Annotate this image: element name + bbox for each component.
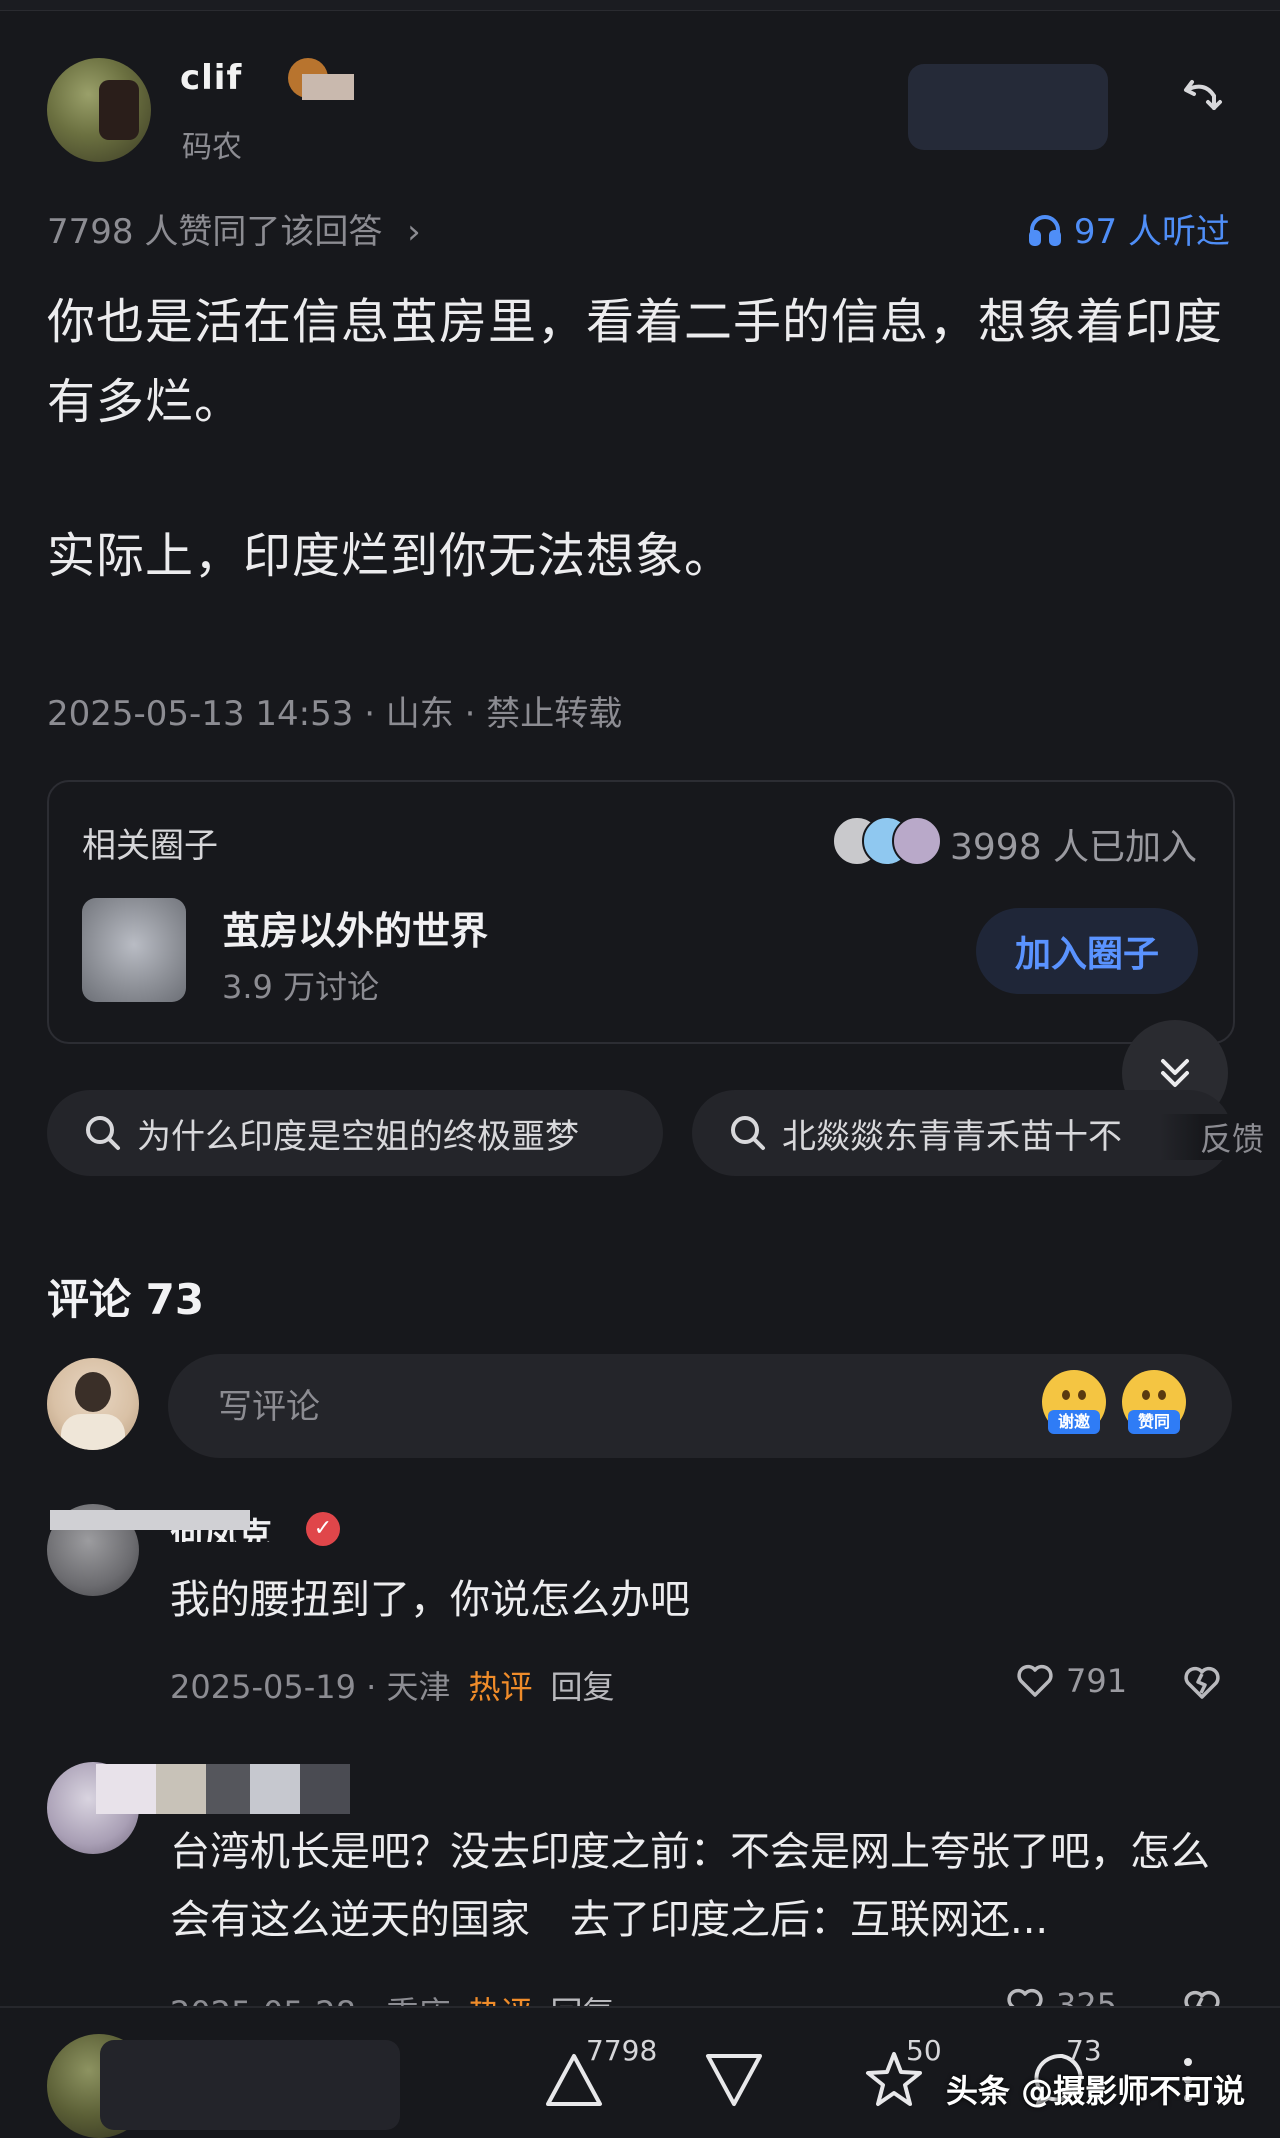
circle-name[interactable]: 茧房以外的世界 [222, 900, 488, 955]
redaction-mosaic [96, 1764, 350, 1814]
comment-count: 73 [1066, 2034, 1102, 2067]
answer-paragraph: 你也是活在信息茧房里，看着二手的信息，想象着印度有多烂。 [47, 294, 1224, 430]
upvote-count: 7798 [586, 2034, 658, 2067]
redaction-mosaic [908, 64, 1108, 150]
chevron-right-icon: › [407, 212, 421, 252]
comments-title: 评论 73 [47, 1275, 205, 1324]
author-role: 码农 [182, 130, 242, 165]
avatar [892, 816, 942, 866]
members-count: 3998 人已加入 [950, 827, 1198, 868]
emoji-tag: 谢邀 [1048, 1410, 1100, 1434]
share-icon[interactable] [1178, 72, 1226, 120]
comment-input[interactable] [216, 1382, 920, 1432]
reply-button[interactable]: 回复 [551, 1662, 615, 1708]
answer-body: 你也是活在信息茧房里，看着二手的信息，想象着印度有多烂。 实际上，印度烂到你无法… [47, 282, 1237, 596]
join-circle-button[interactable]: 加入圈子 [976, 908, 1198, 994]
emoji-tag: 赞同 [1128, 1410, 1180, 1434]
chip-label: 为什么印度是空姐的终极噩梦 [137, 1116, 579, 1157]
member-avatars [832, 816, 942, 866]
downvote-icon[interactable] [702, 2048, 766, 2112]
circle-discussions: 3.9 万讨论 [222, 968, 380, 1006]
watermark: 头条 @摄影师不可说 [946, 2072, 1246, 2110]
search-suggestion-chip[interactable]: 为什么印度是空姐的终极噩梦 [47, 1090, 663, 1176]
redaction-mosaic [50, 1510, 250, 1530]
comment-text: 台湾机长是吧？没去印度之前：不会是网上夸张了吧，怎么会有这么逆天的国家 去了印度… [170, 1829, 1210, 1943]
author-avatar[interactable] [47, 58, 151, 162]
double-chevron-down-icon [1161, 1059, 1189, 1087]
comment-like-button[interactable]: 791 [1014, 1660, 1127, 1702]
comment-input-box[interactable]: 谢邀 赞同 [168, 1354, 1232, 1458]
search-icon [86, 1116, 120, 1150]
search-suggestion-chip[interactable]: 北燚燚东青青禾苗十不 [692, 1090, 1232, 1176]
verified-badge-icon: ✓ [306, 1512, 340, 1546]
current-user-avatar [47, 1358, 139, 1450]
answer-meta: 2025-05-13 14:53 · 山东 · 禁止转载 [47, 694, 623, 734]
comment-meta: 2025-05-19 · 天津 热评 回复 [170, 1662, 615, 1708]
heart-icon [1017, 1664, 1053, 1697]
likes-summary[interactable]: 7798 人赞同了该回答 › [47, 204, 421, 253]
comment-date: 2025-05-19 · 天津 [170, 1668, 451, 1706]
listeners-summary[interactable]: 97 人听过 [1026, 204, 1230, 253]
listeners-text: 97 人听过 [1073, 212, 1230, 252]
chip-label: 北燚燚东青青禾苗十不 [782, 1116, 1122, 1157]
favorite-count: 50 [906, 2034, 942, 2067]
redaction-mosaic [100, 2040, 400, 2130]
emoji-agree-button[interactable]: 赞同 [1122, 1370, 1186, 1434]
broken-heart-icon[interactable] [1180, 1660, 1224, 1704]
likes-text: 7798 人赞同了该回答 [47, 212, 383, 252]
redaction-mosaic [302, 74, 354, 100]
top-divider [0, 0, 1280, 11]
answer-paragraph: 实际上，印度烂到你无法想象。 [47, 528, 734, 584]
feedback-link[interactable]: 反馈 [1160, 1114, 1265, 1160]
circle-section-label: 相关圈子 [82, 826, 218, 866]
headphones-icon [1028, 214, 1061, 246]
comment-text: 我的腰扭到了，你说怎么办吧 [170, 1577, 690, 1623]
author-name[interactable]: clif [180, 58, 242, 90]
emoji-invite-button[interactable]: 谢邀 [1042, 1370, 1106, 1434]
hot-comment-badge: 热评 [468, 1668, 533, 1706]
circle-thumbnail[interactable] [82, 898, 186, 1002]
search-icon [731, 1116, 765, 1150]
like-count: 791 [1066, 1662, 1128, 1700]
